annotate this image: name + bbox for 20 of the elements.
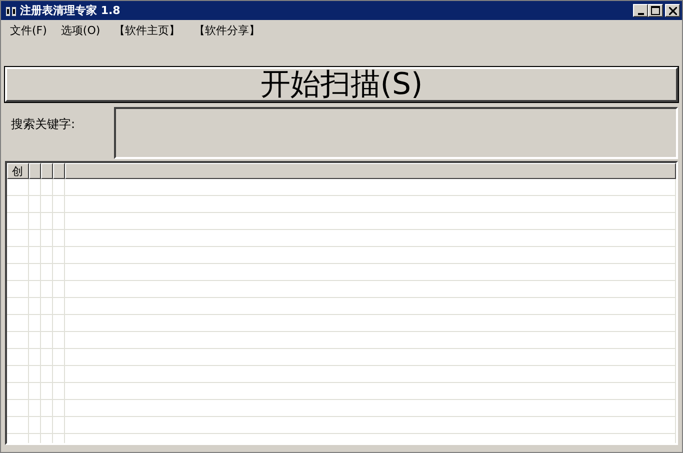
menu-item[interactable]: 【软件主页】 — [114, 23, 180, 39]
maximize-icon — [651, 6, 660, 15]
search-label: 搜索关键字: — [10, 116, 76, 133]
column-header[interactable] — [65, 163, 676, 179]
minimize-icon — [638, 12, 644, 14]
column-header[interactable] — [53, 163, 65, 179]
menu-item[interactable]: 选项(O) — [60, 23, 100, 39]
close-icon — [668, 6, 676, 14]
column-header[interactable]: 创 — [7, 163, 29, 179]
maximize-button[interactable] — [648, 4, 663, 17]
scan-button[interactable]: 开始扫描(S) — [5, 67, 678, 102]
search-field[interactable] — [114, 107, 678, 159]
app-icon — [5, 4, 17, 16]
minimize-button[interactable] — [633, 4, 648, 17]
column-header[interactable] — [29, 163, 41, 179]
column-header[interactable] — [41, 163, 53, 179]
menu-item[interactable]: 文件(F) — [10, 23, 47, 39]
window-title: 注册表清理专家 1.8 — [20, 3, 120, 18]
close-button[interactable] — [665, 4, 680, 17]
menu-item[interactable]: 【软件分享】 — [194, 23, 260, 39]
